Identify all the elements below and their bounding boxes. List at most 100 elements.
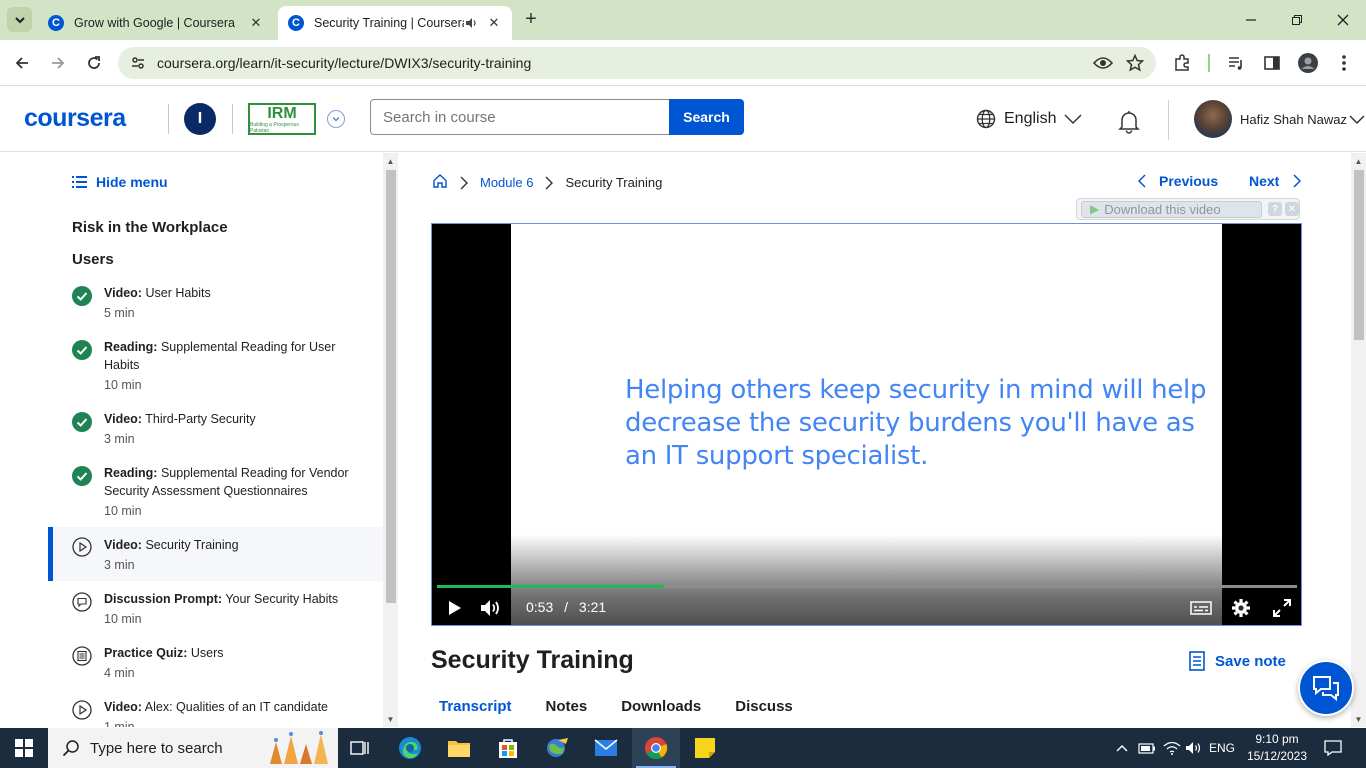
- new-tab-button[interactable]: +: [520, 9, 542, 31]
- chat-help-button[interactable]: [1298, 660, 1354, 716]
- outline-item[interactable]: Discussion Prompt: Your Security Habits …: [48, 590, 383, 628]
- address-bar[interactable]: coursera.org/learn/it-security/lecture/D…: [118, 47, 1156, 79]
- close-tab-icon[interactable]: ✕: [248, 15, 264, 31]
- start-button[interactable]: [0, 728, 48, 768]
- globe-photo-icon: [547, 738, 568, 757]
- play-button[interactable]: [444, 596, 466, 620]
- restore-window-button[interactable]: [1274, 0, 1320, 40]
- profile-avatar-icon[interactable]: [1297, 52, 1319, 74]
- close-window-button[interactable]: [1320, 0, 1366, 40]
- outline-item[interactable]: Video: Alex: Qualities of an IT candidat…: [48, 698, 383, 727]
- notifications-bell-icon[interactable]: [1116, 108, 1142, 134]
- site-settings-icon[interactable]: [129, 54, 147, 72]
- browser-tab-strip: C Grow with Google | Coursera ✕ C Securi…: [0, 0, 1366, 40]
- extensions-puzzle-icon[interactable]: [1171, 52, 1193, 74]
- tab-search-button[interactable]: [7, 7, 32, 32]
- battery-icon[interactable]: [1137, 728, 1157, 768]
- side-panel-icon[interactable]: [1261, 52, 1283, 74]
- chrome-app[interactable]: [632, 728, 680, 768]
- eye-icon[interactable]: [1092, 52, 1114, 74]
- previous-button[interactable]: Previous: [1138, 173, 1218, 189]
- chevron-down-icon[interactable]: [1349, 112, 1365, 130]
- download-video-button[interactable]: ▶ Download this video: [1081, 200, 1263, 218]
- outline-item[interactable]: Video: Third-Party Security 3 min: [48, 410, 383, 448]
- search-highlight-illustration: [270, 731, 328, 764]
- next-button[interactable]: Next: [1249, 173, 1302, 189]
- item-type: Reading:: [104, 340, 158, 354]
- more-menu-icon[interactable]: [1333, 52, 1355, 74]
- outline-item[interactable]: Reading: Supplemental Reading for Vendor…: [48, 464, 383, 520]
- tab-discuss[interactable]: Discuss: [727, 698, 801, 715]
- scroll-down-arrow[interactable]: ▼: [383, 712, 398, 726]
- input-language-indicator[interactable]: ENG: [1207, 728, 1237, 768]
- forward-button[interactable]: [46, 51, 70, 75]
- media-control-icon[interactable]: [1225, 52, 1247, 74]
- hide-menu-button[interactable]: Hide menu: [72, 174, 168, 190]
- volume-tray-icon[interactable]: [1184, 728, 1204, 768]
- search-button[interactable]: Search: [669, 99, 744, 135]
- coursera-logo[interactable]: coursera: [24, 104, 126, 133]
- user-avatar[interactable]: [1194, 100, 1232, 138]
- system-clock[interactable]: 9:10 pm 15/12/2023: [1238, 731, 1316, 765]
- close-tab-icon[interactable]: ✕: [486, 15, 502, 31]
- home-icon[interactable]: [432, 173, 448, 192]
- fullscreen-button[interactable]: [1270, 596, 1294, 620]
- gear-icon: [1232, 599, 1250, 617]
- file-explorer-app[interactable]: [435, 728, 483, 768]
- video-progress-bar[interactable]: [437, 585, 1297, 588]
- minimize-window-button[interactable]: [1228, 0, 1274, 40]
- edge-app[interactable]: [386, 728, 434, 768]
- module-title[interactable]: Risk in the Workplace: [72, 219, 228, 236]
- breadcrumb-module-link[interactable]: Module 6: [480, 175, 533, 190]
- outline-item[interactable]: Reading: Supplemental Reading for User H…: [48, 338, 383, 394]
- sticky-notes-app[interactable]: [681, 728, 729, 768]
- mail-app[interactable]: [582, 728, 630, 768]
- scroll-up-arrow[interactable]: ▲: [383, 154, 398, 168]
- breadcrumb-current: Security Training: [565, 175, 663, 190]
- edge-icon: [399, 737, 421, 759]
- page-scroll-thumb[interactable]: [1354, 170, 1364, 340]
- partner-menu-toggle[interactable]: [327, 110, 345, 128]
- irm-partner-logo[interactable]: IRM Building a Prosperous Pakistan: [248, 103, 316, 135]
- scroll-up-arrow[interactable]: ▲: [1351, 154, 1366, 168]
- volume-button[interactable]: [479, 596, 503, 620]
- item-type: Video:: [104, 286, 142, 300]
- browser-tab-security-training[interactable]: C Security Training | Coursera ✕: [278, 6, 512, 40]
- taskbar-search-box[interactable]: Type here to search: [48, 728, 338, 768]
- sidebar-scroll-thumb[interactable]: [386, 170, 396, 603]
- notification-center-button[interactable]: [1320, 728, 1346, 768]
- close-icon[interactable]: ✕: [1285, 202, 1300, 216]
- site-header: coursera I IRM Building a Prosperous Pak…: [0, 87, 1366, 152]
- outline-item[interactable]: Video: User Habits 5 min: [48, 284, 383, 322]
- save-note-label: Save note: [1215, 652, 1286, 670]
- settings-button[interactable]: [1229, 596, 1253, 620]
- captions-button[interactable]: [1189, 596, 1213, 620]
- wifi-icon[interactable]: [1162, 728, 1182, 768]
- microsoft-store-app[interactable]: [484, 728, 532, 768]
- tab-notes[interactable]: Notes: [538, 698, 596, 715]
- tab-downloads[interactable]: Downloads: [613, 698, 709, 715]
- partner-logo-circle[interactable]: I: [184, 103, 216, 135]
- language-selector[interactable]: English: [976, 109, 1083, 129]
- show-hidden-icons-button[interactable]: [1112, 728, 1132, 768]
- chrome-icon: [645, 737, 668, 759]
- tab-transcript[interactable]: Transcript: [431, 698, 520, 715]
- outline-item-current[interactable]: Video: Security Training 3 min: [48, 527, 383, 581]
- user-name[interactable]: Hafiz Shah Nawaz: [1240, 112, 1347, 127]
- help-icon[interactable]: ?: [1268, 202, 1283, 216]
- item-type: Discussion Prompt:: [104, 592, 223, 606]
- speaker-icon[interactable]: [464, 16, 478, 30]
- browser-tab-grow-with-google[interactable]: C Grow with Google | Coursera ✕: [38, 6, 274, 40]
- bookmark-star-icon[interactable]: [1124, 52, 1146, 74]
- outline-item[interactable]: Practice Quiz: Users 4 min: [48, 644, 383, 682]
- save-note-button[interactable]: Save note: [1189, 651, 1286, 671]
- search-icon: [62, 739, 80, 757]
- reload-button[interactable]: [82, 51, 106, 75]
- video-player[interactable]: Helping others keep security in mind wil…: [431, 223, 1302, 626]
- back-button[interactable]: [10, 51, 34, 75]
- photos-app[interactable]: [533, 728, 581, 768]
- scroll-down-arrow[interactable]: ▼: [1351, 712, 1366, 726]
- lesson-title[interactable]: Users: [72, 251, 114, 268]
- task-view-button[interactable]: [336, 728, 384, 768]
- course-search-input[interactable]: [370, 99, 670, 135]
